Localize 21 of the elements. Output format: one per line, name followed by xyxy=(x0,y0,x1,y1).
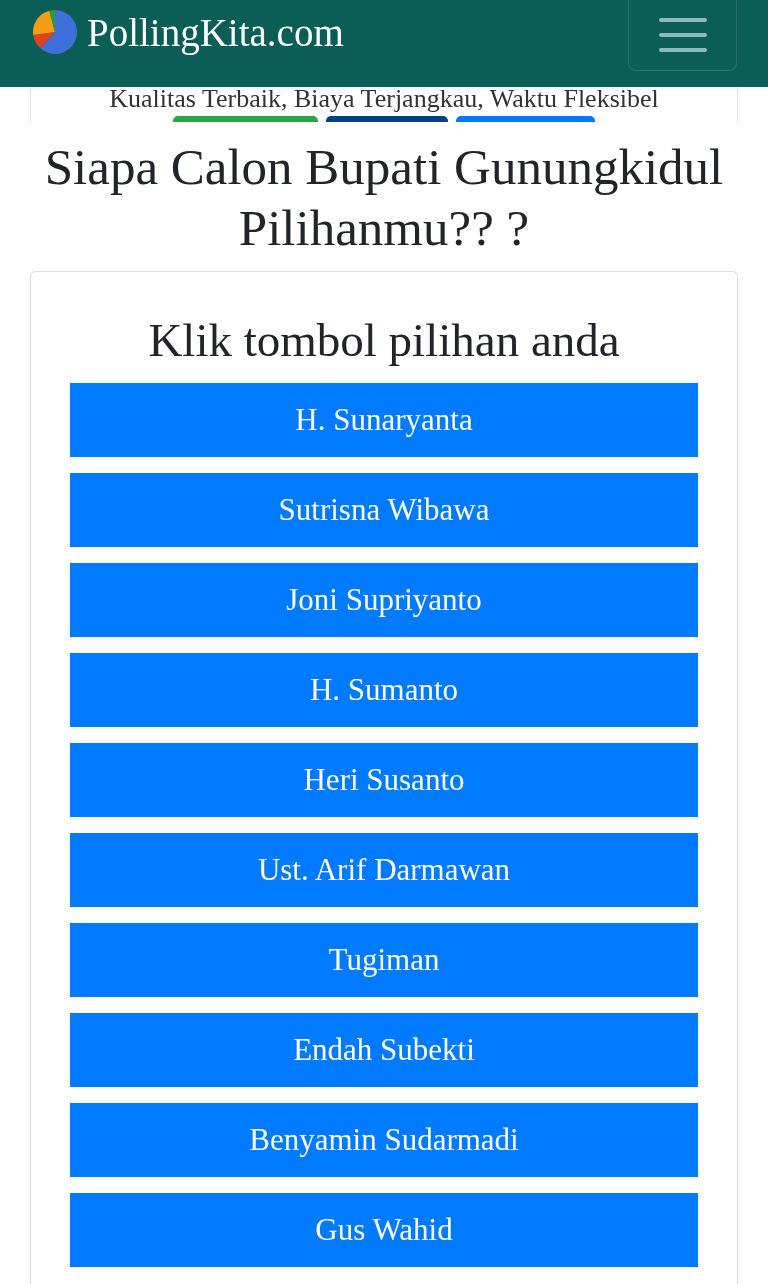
candidate-button[interactable]: Benyamin Sudarmadi xyxy=(70,1103,698,1177)
candidate-button[interactable]: Gus Wahid xyxy=(70,1193,698,1267)
candidate-button[interactable]: Joni Supriyanto xyxy=(70,563,698,637)
brand-name: PollingKita.com xyxy=(87,9,344,55)
cut-off-button[interactable] xyxy=(456,116,595,122)
candidate-button[interactable]: Tugiman xyxy=(70,923,698,997)
candidate-button[interactable]: Heri Susanto xyxy=(70,743,698,817)
cut-off-button[interactable] xyxy=(326,116,448,122)
menu-toggle-button[interactable] xyxy=(628,0,737,71)
cut-off-button[interactable] xyxy=(173,116,318,122)
page-title: Siapa Calon Bupati Gunungkidul Pilihanmu?? ? xyxy=(43,138,725,258)
menu-icon xyxy=(658,17,707,53)
poll-heading: Klik tombol pilihan anda xyxy=(147,313,621,368)
candidate-button[interactable]: Sutrisna Wibawa xyxy=(70,473,698,547)
candidate-button[interactable]: H. Sunaryanta xyxy=(70,383,698,457)
candidate-button[interactable]: Ust. Arif Darmawan xyxy=(70,833,698,907)
candidate-button[interactable]: H. Sumanto xyxy=(70,653,698,727)
pie-chart-logo-icon xyxy=(33,10,77,54)
brand-link[interactable]: PollingKita.com xyxy=(33,0,344,64)
banner-tagline: Kualitas Terbaik, Biaya Terjangkau, Waktu Fleksibel xyxy=(109,87,659,111)
candidate-button[interactable]: Endah Subekti xyxy=(70,1013,698,1087)
